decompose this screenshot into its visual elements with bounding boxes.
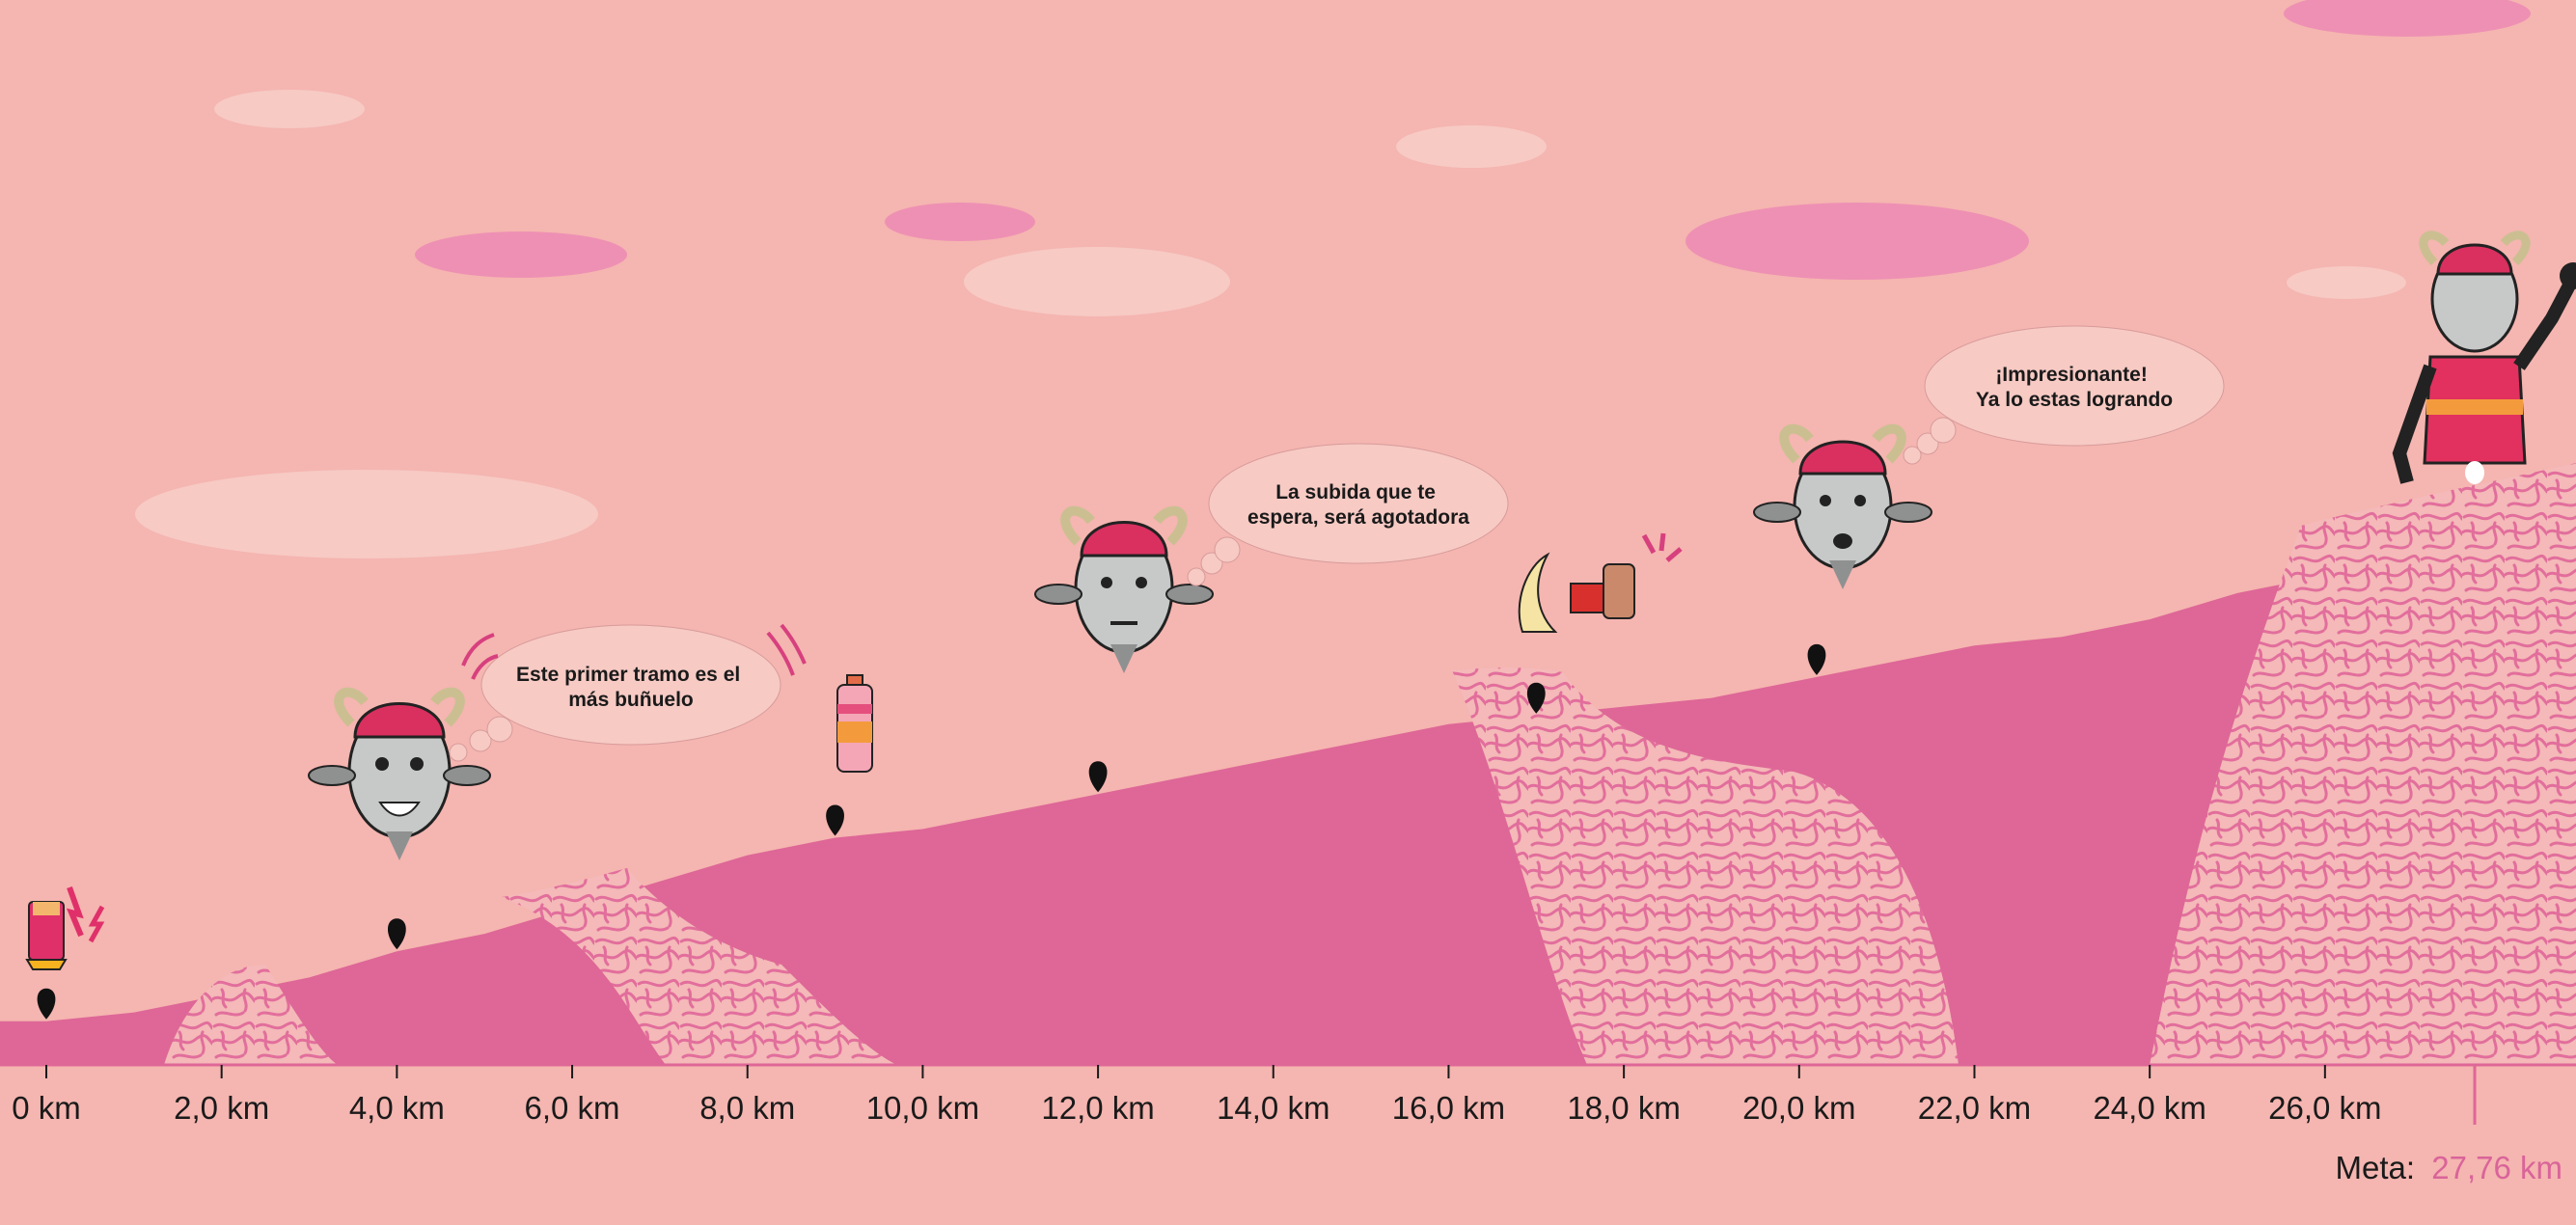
location-pin-icon [1807,643,1826,675]
x-tick-label: 2,0 km [174,1090,269,1126]
x-tick-label: 6,0 km [525,1090,620,1126]
x-axis-tick-labels: 0 km 2,0 km 4,0 km 6,0 km 8,0 km 10,0 km 12,0 … [12,1090,2381,1126]
speech-bubble: Este primer tramo es el más buñuelo [449,623,807,762]
cloud [2287,266,2406,299]
x-tick-label: 0 km [12,1090,81,1126]
water-bottle-icon [836,674,873,773]
x-tick-label: 4,0 km [349,1090,445,1126]
speech-bubble: La subida que te espera, será agotadora [1187,443,1509,586]
x-tick-label: 20,0 km [1742,1090,1855,1126]
speech-bubble-line: Este primer tramo es el [516,664,740,686]
goat-finish-icon [2392,231,2576,484]
meta-value: 27,76 km [2431,1150,2562,1185]
meta-label: Meta: [2336,1150,2416,1185]
cloud [214,90,365,128]
x-tick-label: 26,0 km [2268,1090,2381,1126]
x-tick-label: 14,0 km [1217,1090,1329,1126]
x-tick-label: 18,0 km [1567,1090,1680,1126]
location-pin-icon [387,918,406,950]
x-tick-label: 10,0 km [866,1090,979,1126]
speech-bubble: ¡Impresionante! Ya lo estas logrando [1903,325,2225,465]
cloud [1685,203,2029,280]
x-axis-ticks [45,1065,2326,1078]
cloud [964,247,1230,316]
x-tick-label: 24,0 km [2093,1090,2206,1126]
x-tick-label: 8,0 km [699,1090,795,1126]
location-pin-icon [37,988,56,1020]
cloud [2284,0,2531,37]
location-pin-icon [1088,761,1108,793]
food-icon [1518,532,1683,633]
speech-bubble-line: Ya lo estas logrando [1976,389,2173,411]
x-tick-label: 22,0 km [1918,1090,2031,1126]
speech-bubble-line: La subida que te [1275,481,1436,504]
speech-bubble-line: ¡Impresionante! [1995,364,2148,386]
goat-mascot-icon [1034,505,1214,673]
cloud [415,231,627,278]
goat-mascot-icon [308,687,491,860]
cloud [885,203,1035,241]
elevation-chart: 0 km 2,0 km 4,0 km 6,0 km 8,0 km 10,0 km 12,0 … [0,0,2576,1185]
x-tick-label: 12,0 km [1041,1090,1154,1126]
speech-bubble-line: espera, será agotadora [1247,506,1469,529]
cloud [1396,125,1547,168]
x-tick-label: 16,0 km [1392,1090,1505,1126]
meta-distance: Meta: 27,76 km [2336,1150,2562,1185]
cloud [135,470,598,558]
location-pin-icon [826,804,844,836]
energy-bar-icon [25,885,105,970]
speech-bubble-line: más buñuelo [568,689,694,711]
